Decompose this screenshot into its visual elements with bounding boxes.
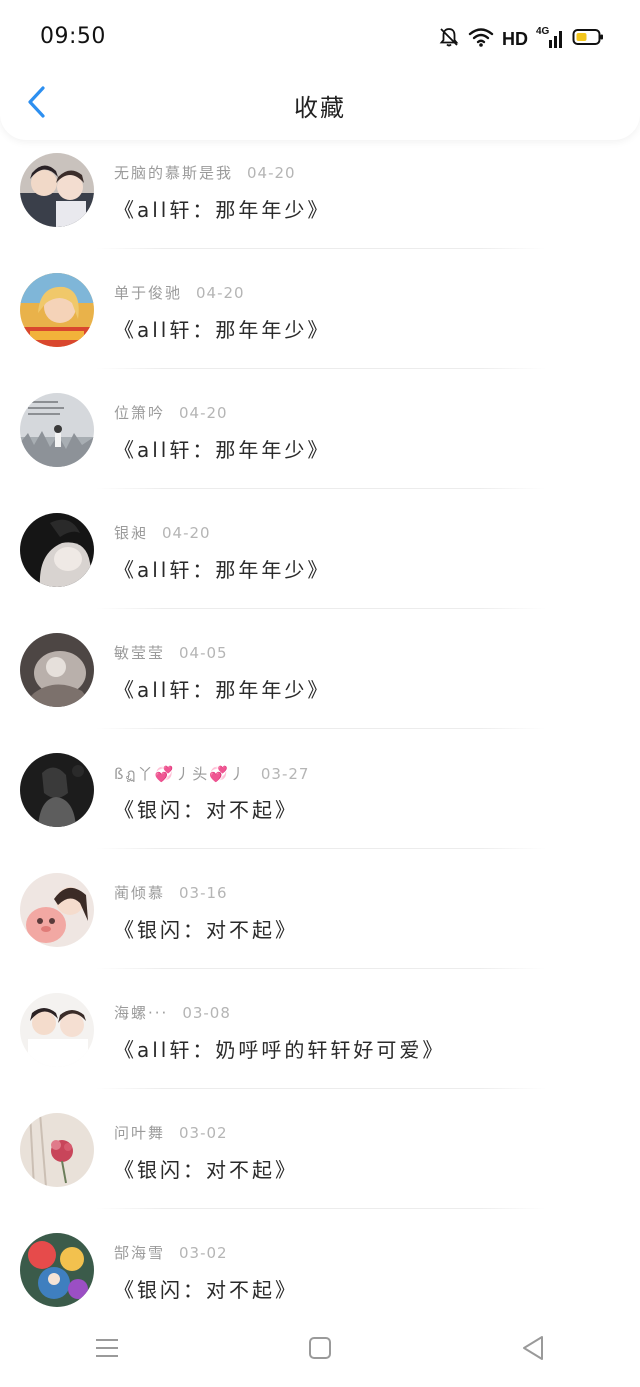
status-time: 09:50 bbox=[40, 24, 106, 49]
list-item[interactable]: 海螺··· 03-08 《all轩：奶呼呼的轩轩好可爱》 bbox=[0, 980, 640, 1100]
item-meta: 银昶 04-20 bbox=[114, 522, 211, 543]
author-name: 蔺倾慕 bbox=[114, 884, 166, 902]
item-title[interactable]: 《all轩：奶呼呼的轩轩好可爱》 bbox=[114, 1034, 445, 1063]
item-meta: 无脑的慕斯是我 04-20 bbox=[114, 162, 296, 183]
network-hd-label: HD bbox=[502, 28, 528, 49]
author-name: 敏莹莹 bbox=[114, 644, 166, 662]
item-date: 03-16 bbox=[179, 884, 228, 902]
list-item[interactable]: 蔺倾慕 03-16 《银闪：对不起》 bbox=[0, 860, 640, 980]
item-meta: 郜海雪 03-02 bbox=[114, 1242, 228, 1263]
item-meta: 敏莹莹 04-05 bbox=[114, 642, 228, 663]
item-meta: 问叶舞 03-02 bbox=[114, 1122, 228, 1143]
item-title[interactable]: 《all轩：那年年少》 bbox=[114, 314, 330, 343]
author-name: ßฏ丫💞丿头💞丿 bbox=[114, 765, 247, 783]
back-triangle-icon bbox=[521, 1335, 545, 1365]
item-date: 04-05 bbox=[179, 644, 228, 662]
signal-icon: 4G bbox=[536, 26, 564, 50]
item-date: 04-20 bbox=[247, 164, 296, 182]
list-item[interactable]: 单于俊驰 04-20 《all轩：那年年少》 bbox=[0, 260, 640, 380]
wifi-icon bbox=[468, 26, 494, 52]
item-date: 04-20 bbox=[196, 284, 245, 302]
menu-button[interactable] bbox=[77, 1320, 137, 1380]
divider bbox=[96, 728, 546, 729]
author-name: 银昶 bbox=[114, 524, 149, 542]
divider bbox=[96, 968, 546, 969]
item-meta: 单于俊驰 04-20 bbox=[114, 282, 245, 303]
item-title[interactable]: 《all轩：那年年少》 bbox=[114, 674, 330, 703]
item-date: 03-27 bbox=[260, 765, 310, 783]
item-date: 03-08 bbox=[182, 1004, 231, 1022]
menu-icon bbox=[94, 1337, 120, 1363]
author-name: 无脑的慕斯是我 bbox=[114, 164, 234, 182]
item-title[interactable]: 《银闪：对不起》 bbox=[114, 794, 298, 823]
list-item[interactable]: 无脑的慕斯是我 04-20 《all轩：那年年少》 bbox=[0, 140, 640, 260]
home-square-icon bbox=[308, 1336, 332, 1364]
item-meta: 蔺倾慕 03-16 bbox=[114, 882, 228, 903]
avatar[interactable] bbox=[20, 993, 94, 1067]
item-title[interactable]: 《all轩：那年年少》 bbox=[114, 434, 330, 463]
item-meta: 位箫吟 04-20 bbox=[114, 402, 228, 423]
item-date: 03-02 bbox=[179, 1124, 228, 1142]
list-item[interactable]: 问叶舞 03-02 《银闪：对不起》 bbox=[0, 1100, 640, 1220]
divider bbox=[96, 848, 546, 849]
home-button[interactable] bbox=[290, 1320, 350, 1380]
item-meta: ßฏ丫💞丿头💞丿 03-27 bbox=[114, 762, 309, 786]
item-title[interactable]: 《all轩：那年年少》 bbox=[114, 554, 330, 583]
avatar[interactable] bbox=[20, 513, 94, 587]
item-title[interactable]: 《银闪：对不起》 bbox=[114, 1274, 298, 1303]
page-title: 收藏 bbox=[294, 94, 346, 122]
status-icons: HD 4G bbox=[438, 24, 604, 54]
avatar[interactable] bbox=[20, 273, 94, 347]
divider bbox=[96, 248, 546, 249]
divider bbox=[96, 608, 546, 609]
back-nav-button[interactable] bbox=[503, 1320, 563, 1380]
divider bbox=[96, 1208, 546, 1209]
list-item[interactable]: 位箫吟 04-20 《all轩：那年年少》 bbox=[0, 380, 640, 500]
item-title[interactable]: 《银闪：对不起》 bbox=[114, 1154, 298, 1183]
item-date: 03-02 bbox=[179, 1244, 228, 1262]
system-nav-bar bbox=[0, 1312, 640, 1387]
avatar[interactable] bbox=[20, 753, 94, 827]
item-date: 04-20 bbox=[179, 404, 228, 422]
list-item[interactable]: 敏莹莹 04-05 《all轩：那年年少》 bbox=[0, 620, 640, 740]
avatar[interactable] bbox=[20, 1113, 94, 1187]
divider bbox=[96, 488, 546, 489]
avatar[interactable] bbox=[20, 393, 94, 467]
author-name: 海螺··· bbox=[114, 1004, 169, 1022]
list-item[interactable]: ßฏ丫💞丿头💞丿 03-27 《银闪：对不起》 bbox=[0, 740, 640, 860]
item-title[interactable]: 《all轩：那年年少》 bbox=[114, 194, 330, 223]
author-name: 郜海雪 bbox=[114, 1244, 166, 1262]
top-header: 09:50 HD 4G 收藏 bbox=[0, 0, 640, 140]
item-meta: 海螺··· 03-08 bbox=[114, 1002, 231, 1023]
item-title[interactable]: 《银闪：对不起》 bbox=[114, 914, 298, 943]
bell-mute-icon bbox=[438, 26, 460, 52]
author-name: 位箫吟 bbox=[114, 404, 166, 422]
divider bbox=[96, 368, 546, 369]
item-date: 04-20 bbox=[162, 524, 211, 542]
author-name: 问叶舞 bbox=[114, 1124, 166, 1142]
list-item[interactable]: 银昶 04-20 《all轩：那年年少》 bbox=[0, 500, 640, 620]
battery-icon bbox=[572, 27, 604, 51]
avatar[interactable] bbox=[20, 153, 94, 227]
avatar[interactable] bbox=[20, 873, 94, 947]
author-name: 单于俊驰 bbox=[114, 284, 183, 302]
divider bbox=[96, 1088, 546, 1089]
avatar[interactable] bbox=[20, 1233, 94, 1307]
avatar[interactable] bbox=[20, 633, 94, 707]
